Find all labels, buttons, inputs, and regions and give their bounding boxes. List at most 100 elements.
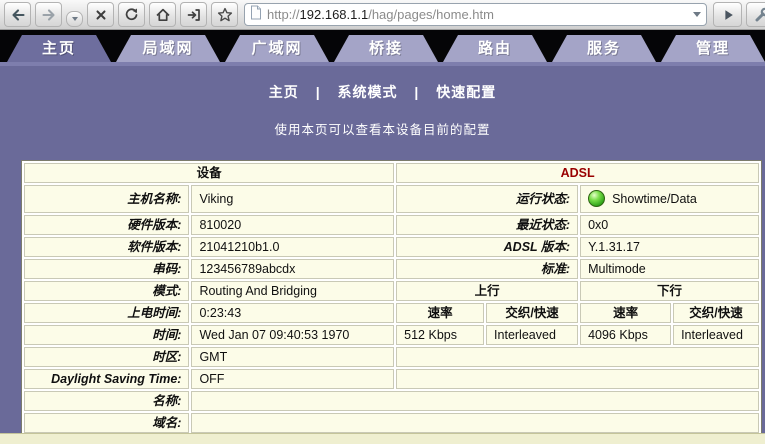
host-name-value: Viking bbox=[191, 185, 394, 213]
upstream-interleave-header: 交织/快速 bbox=[486, 303, 578, 323]
wrench-icon bbox=[754, 7, 765, 23]
home-button[interactable] bbox=[149, 2, 176, 27]
door-arrow-icon bbox=[186, 7, 202, 23]
table-row: 上电时间: 0:23:43 速率 交织/快速 速率 交织/快速 bbox=[24, 303, 759, 323]
table-row: 域名: bbox=[24, 413, 759, 433]
tools-button[interactable] bbox=[746, 2, 765, 27]
tab-wan[interactable]: 广域网 bbox=[225, 35, 329, 62]
uptime-value: 0:23:43 bbox=[191, 303, 394, 323]
subnav-separator: | bbox=[414, 84, 419, 100]
subnav-link-system-mode[interactable]: 系统模式 bbox=[338, 84, 398, 100]
table-row: 主机名称: Viking 运行状态: Showtime/Data bbox=[24, 185, 759, 213]
url-scheme: http:// bbox=[267, 7, 300, 22]
time-label: 时间: bbox=[24, 325, 189, 345]
downstream-rate-header: 速率 bbox=[580, 303, 671, 323]
table-row: 硬件版本: 810020 最近状态: 0x0 bbox=[24, 215, 759, 235]
subnav-link-home[interactable]: 主页 bbox=[269, 84, 299, 100]
sub-navigation: 主页 | 系统模式 | 快速配置 bbox=[0, 66, 765, 102]
upstream-header: 上行 bbox=[396, 281, 578, 301]
standard-label: 标准: bbox=[396, 259, 578, 279]
uptime-label: 上电时间: bbox=[24, 303, 189, 323]
page-description: 使用本页可以查看本设备目前的配置 bbox=[0, 119, 765, 138]
go-icon bbox=[721, 8, 735, 22]
host-name-label: 主机名称: bbox=[24, 185, 189, 213]
mode-value: Routing And Bridging bbox=[191, 281, 394, 301]
tab-service[interactable]: 服务 bbox=[552, 35, 656, 62]
tab-lan[interactable]: 局域网 bbox=[116, 35, 220, 62]
tab-home[interactable]: 主页 bbox=[7, 35, 111, 62]
table-row: 时区: GMT bbox=[24, 347, 759, 367]
table-row: 时间: Wed Jan 07 09:40:53 1970 512 Kbps In… bbox=[24, 325, 759, 345]
device-status-table: 设备 ADSL 主机名称: Viking 运行状态: Showtime/Data… bbox=[21, 160, 762, 436]
url-text: http://192.168.1.1/hag/pages/home.htm bbox=[267, 7, 688, 22]
recent-status-value: 0x0 bbox=[580, 215, 759, 235]
hardware-version-label: 硬件版本: bbox=[24, 215, 189, 235]
refresh-icon bbox=[124, 7, 139, 22]
forward-icon bbox=[41, 7, 57, 23]
status-led-green-icon bbox=[588, 190, 605, 207]
name-label: 名称: bbox=[24, 391, 189, 411]
refresh-button[interactable] bbox=[118, 2, 145, 27]
downstream-interleave-header: 交织/快速 bbox=[673, 303, 759, 323]
tab-bridge[interactable]: 桥接 bbox=[334, 35, 438, 62]
domain-value bbox=[191, 413, 759, 433]
software-version-value: 21041210b1.0 bbox=[191, 237, 394, 257]
run-status-text: Showtime/Data bbox=[612, 192, 697, 206]
content-area: 主页 | 系统模式 | 快速配置 使用本页可以查看本设备目前的配置 设备 ADS… bbox=[0, 62, 765, 433]
table-row: 名称: bbox=[24, 391, 759, 411]
empty-cell bbox=[396, 369, 759, 389]
device-section-header: 设备 bbox=[24, 163, 394, 183]
table-row: 模式: Routing And Bridging 上行 下行 bbox=[24, 281, 759, 301]
empty-cell bbox=[396, 347, 759, 367]
sessions-button[interactable] bbox=[180, 2, 207, 27]
mode-label: 模式: bbox=[24, 281, 189, 301]
table-header-row: 设备 ADSL bbox=[24, 163, 759, 183]
url-host: 192.168.1.1 bbox=[300, 7, 369, 22]
history-dropdown-button[interactable] bbox=[66, 11, 83, 27]
table-row: 软件版本: 21041210b1.0 ADSL 版本: Y.1.31.17 bbox=[24, 237, 759, 257]
url-dropdown-icon[interactable] bbox=[693, 12, 701, 17]
back-icon bbox=[10, 7, 26, 23]
tab-admin[interactable]: 管理 bbox=[661, 35, 765, 62]
recent-status-label: 最近状态: bbox=[396, 215, 578, 235]
go-button[interactable] bbox=[713, 2, 742, 27]
run-status-label: 运行状态: bbox=[396, 185, 578, 213]
table-row: 串码: 123456789abcdx 标准: Multimode bbox=[24, 259, 759, 279]
adsl-section-header: ADSL bbox=[396, 163, 759, 183]
browser-toolbar: http://192.168.1.1/hag/pages/home.htm bbox=[0, 0, 765, 30]
stop-button[interactable] bbox=[87, 2, 114, 27]
upstream-rate-header: 速率 bbox=[396, 303, 484, 323]
bookmark-button[interactable] bbox=[211, 2, 238, 27]
url-path: /hag/pages/home.htm bbox=[368, 7, 494, 22]
downstream-header: 下行 bbox=[580, 281, 759, 301]
chevron-down-icon bbox=[72, 17, 78, 21]
upstream-interleave-value: Interleaved bbox=[486, 325, 578, 345]
hardware-version-value: 810020 bbox=[191, 215, 394, 235]
timezone-value: GMT bbox=[191, 347, 394, 367]
subnav-link-quick-setup[interactable]: 快速配置 bbox=[436, 84, 496, 100]
star-icon bbox=[217, 7, 233, 23]
downstream-interleave-value: Interleaved bbox=[673, 325, 759, 345]
adsl-version-value: Y.1.31.17 bbox=[580, 237, 759, 257]
name-value bbox=[191, 391, 759, 411]
upstream-rate-value: 512 Kbps bbox=[396, 325, 484, 345]
software-version-label: 软件版本: bbox=[24, 237, 189, 257]
back-button[interactable] bbox=[4, 2, 31, 27]
dst-value: OFF bbox=[191, 369, 394, 389]
domain-label: 域名: bbox=[24, 413, 189, 433]
subnav-separator: | bbox=[316, 84, 321, 100]
time-value: Wed Jan 07 09:40:53 1970 bbox=[191, 325, 394, 345]
table-row: Daylight Saving Time: OFF bbox=[24, 369, 759, 389]
tab-route[interactable]: 路由 bbox=[443, 35, 547, 62]
page-bottom-strip bbox=[0, 433, 765, 444]
adsl-version-label: ADSL 版本: bbox=[396, 237, 578, 257]
stop-icon bbox=[94, 8, 108, 22]
standard-value: Multimode bbox=[580, 259, 759, 279]
home-icon bbox=[155, 7, 171, 23]
forward-button[interactable] bbox=[35, 2, 62, 27]
main-tab-bar: 主页 局域网 广域网 桥接 路由 服务 管理 bbox=[0, 30, 765, 62]
page-icon bbox=[250, 5, 262, 25]
downstream-rate-value: 4096 Kbps bbox=[580, 325, 671, 345]
address-bar[interactable]: http://192.168.1.1/hag/pages/home.htm bbox=[244, 3, 707, 26]
dst-label: Daylight Saving Time: bbox=[24, 369, 189, 389]
